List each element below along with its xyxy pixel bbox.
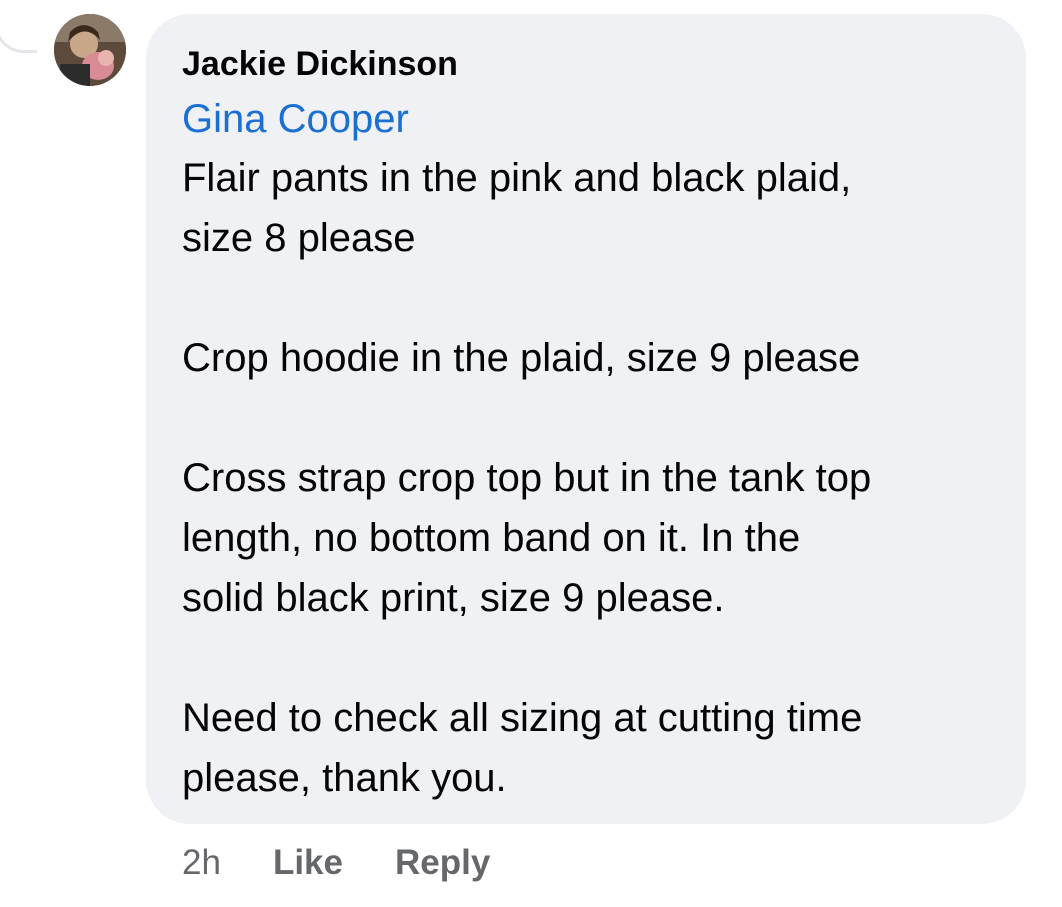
comment-line: please, thank you. [182,756,507,800]
comment-line: Cross strap crop top but in the tank top [182,456,872,500]
comment-paragraph: Need to check all sizing at cutting time… [182,688,990,808]
comment-line: length, no bottom band on it. In the [182,516,801,560]
comment-bubble: Jackie Dickinson Gina Cooper Flair pants… [146,14,1026,824]
avatar[interactable] [54,14,126,86]
comment-line: solid black print, size 9 please. [182,576,725,620]
comment-paragraph: Flair pants in the pink and black plaid,… [182,148,990,268]
avatar-photo [54,14,126,86]
like-button[interactable]: Like [273,843,343,883]
comment-line: size 8 please [182,216,416,260]
comment-line: Need to check all sizing at cutting time [182,696,863,740]
comment-line: Flair pants in the pink and black plaid, [182,156,852,200]
reply-button[interactable]: Reply [395,843,490,883]
thread-connector-line [0,0,37,53]
mentioned-user-link[interactable]: Gina Cooper [182,90,409,148]
comment-line: Crop hoodie in the plaid, size 9 please [182,336,861,380]
comment-timestamp[interactable]: 2h [182,843,221,883]
comment-actions: 2h Like Reply [182,838,542,888]
comment-body: Flair pants in the pink and black plaid,… [182,148,990,808]
comment-author-name[interactable]: Jackie Dickinson [182,42,990,86]
comment-paragraph: Crop hoodie in the plaid, size 9 please [182,328,990,388]
comment-paragraph: Cross strap crop top but in the tank top… [182,448,990,628]
